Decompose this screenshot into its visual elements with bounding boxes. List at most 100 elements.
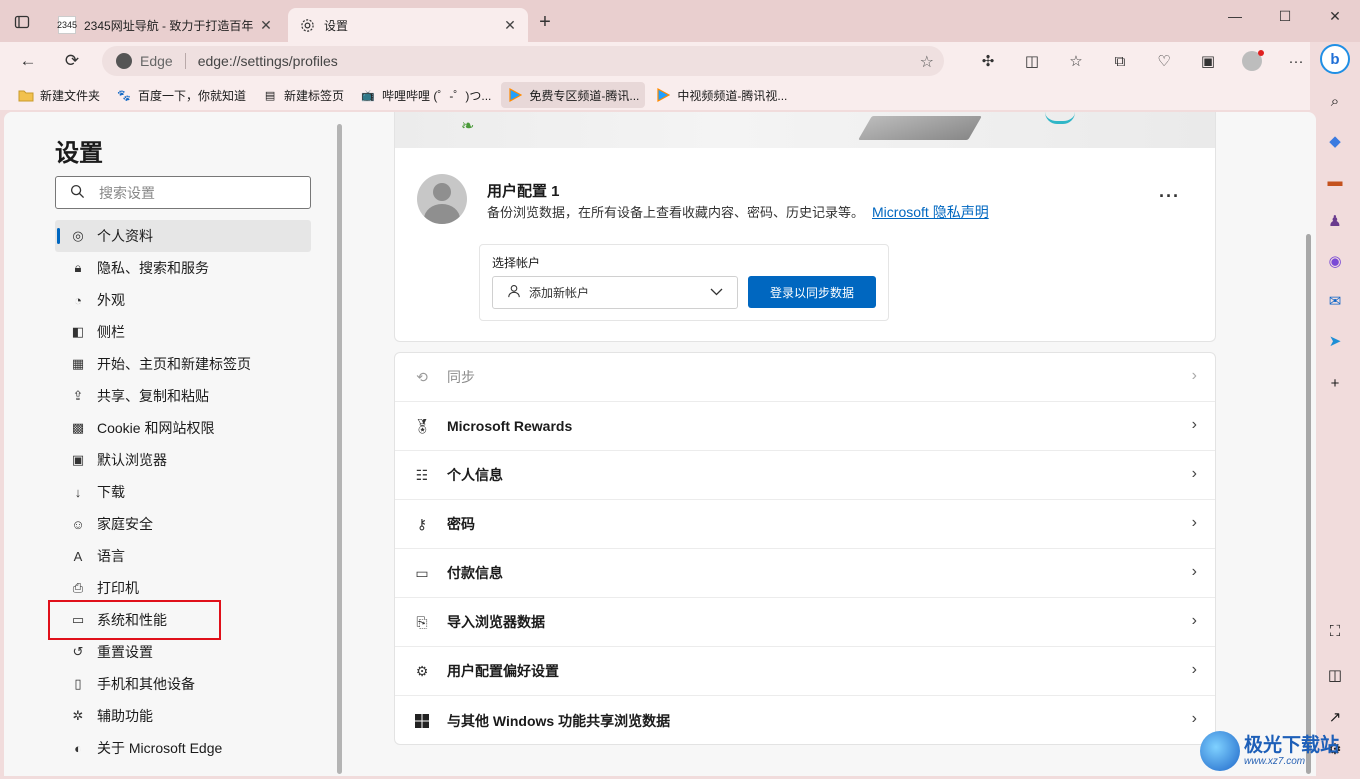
new-tab-button[interactable]: + xyxy=(535,12,555,32)
profile-description: 备份浏览数据，在所有设备上查看收藏内容、密码、历史记录等。 Microsoft 隐… xyxy=(487,202,989,222)
divider xyxy=(184,53,186,69)
bing-copilot-icon[interactable]: b xyxy=(1320,44,1350,74)
nav-item-start-home[interactable]: ▦ 开始、主页和新建标签页 xyxy=(55,348,311,380)
nav-item-label: 共享、复制和粘贴 xyxy=(97,388,209,404)
browser-essentials-icon[interactable]: ♡ xyxy=(1142,50,1186,72)
microsoft365-icon[interactable]: ◉ xyxy=(1324,250,1346,272)
avatar-head xyxy=(433,183,451,201)
bookmark-item[interactable]: 📺 哔哩哔哩 (゜-゜)つ... xyxy=(354,82,497,108)
chevron-right-icon: › xyxy=(1191,710,1197,727)
row-personal-info[interactable]: ☷ 个人信息 › xyxy=(395,451,1215,500)
nav-item-accessibility[interactable]: ✲ 辅助功能 xyxy=(55,700,311,732)
screenshot-icon[interactable]: ⛶ xyxy=(1324,620,1346,642)
nav-item-downloads[interactable]: ↓ 下载 xyxy=(55,476,311,508)
bookmark-item[interactable]: 🐾 百度一下，你就知道 xyxy=(110,82,252,108)
row-passwords[interactable]: ⚷ 密码 › xyxy=(395,500,1215,549)
minimize-button[interactable]: — xyxy=(1210,0,1260,32)
edge-chip[interactable]: Edge xyxy=(116,53,173,69)
favorite-star-icon[interactable]: ☆ xyxy=(920,52,934,72)
bookmark-item[interactable]: 中视频频道-腾讯视... xyxy=(649,82,793,108)
search-input[interactable] xyxy=(99,184,299,201)
profile-name: 用户配置 1 xyxy=(487,183,560,200)
nav-item-privacy[interactable]: 🔒︎ 隐私、搜索和服务 xyxy=(55,252,311,284)
avatar-body xyxy=(424,204,460,224)
nav-item-profiles[interactable]: ◎ 个人资料 xyxy=(55,220,311,252)
nav-item-sidebar[interactable]: ◧ 侧栏 xyxy=(55,316,311,348)
add-icon[interactable]: + xyxy=(1324,372,1346,394)
profile-avatar-icon[interactable] xyxy=(1230,50,1274,72)
row-windows-share[interactable]: 与其他 Windows 功能共享浏览数据 › xyxy=(395,696,1215,745)
nav-item-family[interactable]: ☺ 家庭安全 xyxy=(55,508,311,540)
close-window-button[interactable]: ✕ xyxy=(1310,0,1360,32)
window-controls: — ☐ ✕ xyxy=(1210,0,1360,32)
row-sync[interactable]: ⟲ 同步 › xyxy=(395,353,1215,402)
windows-icon xyxy=(413,712,431,730)
settings-nav: 设置 ◎ 个人资料 🔒︎ 隐私、搜索和服务 ◔ 外观 ◧ 侧栏 xyxy=(4,112,340,776)
web-capture-icon[interactable]: ▣ xyxy=(1186,50,1230,72)
settings-nav-list: ◎ 个人资料 🔒︎ 隐私、搜索和服务 ◔ 外观 ◧ 侧栏 ▦ 开始、主页和新建标… xyxy=(55,220,311,764)
back-arrow-icon[interactable]: ← xyxy=(18,51,38,71)
nav-item-reset[interactable]: ↺ 重置设置 xyxy=(55,636,311,668)
sign-in-sync-button[interactable]: 登录以同步数据 xyxy=(748,276,876,308)
account-dropdown[interactable]: 添加新帐户 xyxy=(492,276,738,309)
row-profile-preferences[interactable]: ⚙ 用户配置偏好设置 › xyxy=(395,647,1215,696)
nav-item-phone[interactable]: ▯ 手机和其他设备 xyxy=(55,668,311,700)
close-icon[interactable]: ✕ xyxy=(258,17,274,34)
row-payment-info[interactable]: ▭ 付款信息 › xyxy=(395,549,1215,598)
outlook-icon[interactable]: ✉ xyxy=(1324,290,1346,312)
title-bar: 2345 2345网址导航 - 致力于打造百年 ✕ 设置 ✕ + — ☐ ✕ xyxy=(0,0,1360,42)
row-microsoft-rewards[interactable]: 🏅︎ Microsoft Rewards › xyxy=(395,402,1215,451)
bookmark-item[interactable]: ▤ 新建标签页 xyxy=(256,82,350,108)
row-label: 个人信息 xyxy=(447,467,503,483)
person-info-icon: ☷ xyxy=(415,466,429,483)
tencent-video-icon xyxy=(507,87,523,103)
bilibili-icon: 📺 xyxy=(361,89,375,102)
nav-item-label: 外观 xyxy=(97,292,125,308)
user-icon xyxy=(507,284,521,301)
refresh-icon[interactable]: ⟳ xyxy=(62,51,82,71)
search-icon[interactable]: ⌕ xyxy=(1324,90,1346,112)
nav-item-appearance[interactable]: ◔ 外观 xyxy=(55,284,311,316)
nav-item-label: 侧栏 xyxy=(97,324,125,340)
collections-icon[interactable]: ⧉ xyxy=(1098,50,1142,72)
split-screen-icon[interactable]: ◫ xyxy=(1010,50,1054,72)
open-external-icon[interactable]: ↗ xyxy=(1324,706,1346,728)
favorites-icon[interactable]: ☆ xyxy=(1054,50,1098,72)
tab-2345[interactable]: 2345 2345网址导航 - 致力于打造百年 ✕ xyxy=(48,8,284,42)
row-label: 用户配置偏好设置 xyxy=(447,663,559,679)
bookmark-label: 哔哩哔哩 (゜-゜)つ... xyxy=(382,88,492,103)
bookmark-item[interactable]: 免费专区频道-腾讯... xyxy=(501,82,646,108)
url-text[interactable]: edge://settings/profiles xyxy=(198,53,338,69)
send-icon[interactable]: ➤ xyxy=(1324,330,1346,352)
browser-toolbar: ← ⟳ Edge edge://settings/profiles ☆ ✣ ◫ … xyxy=(0,42,1310,80)
tab-actions-icon[interactable] xyxy=(12,12,32,32)
close-icon[interactable]: ✕ xyxy=(502,17,518,34)
nav-scrollbar[interactable] xyxy=(337,124,342,774)
extensions-icon[interactable]: ✣ xyxy=(966,50,1010,72)
nav-item-about[interactable]: ◐ 关于 Microsoft Edge xyxy=(55,732,311,764)
tools-icon[interactable]: ▬ xyxy=(1324,170,1346,192)
privacy-statement-link[interactable]: Microsoft 隐私声明 xyxy=(872,204,989,220)
nav-item-share[interactable]: ⇪ 共享、复制和粘贴 xyxy=(55,380,311,412)
maximize-button[interactable]: ☐ xyxy=(1260,0,1310,32)
tab-settings[interactable]: 设置 ✕ xyxy=(288,8,528,42)
toolbar-icons: ✣ ◫ ☆ ⧉ ♡ ▣ ··· xyxy=(966,50,1318,72)
row-import-data[interactable]: ⎘ 导入浏览器数据 › xyxy=(395,598,1215,647)
main-scrollbar[interactable] xyxy=(1306,234,1311,774)
search-box[interactable] xyxy=(55,176,311,209)
edge-chip-label: Edge xyxy=(140,53,173,69)
bookmark-item[interactable]: 新建文件夹 xyxy=(12,82,106,108)
hide-sidebar-icon[interactable]: ◫ xyxy=(1324,664,1346,686)
nav-item-label: 隐私、搜索和服务 xyxy=(97,260,209,276)
games-icon[interactable]: ♟ xyxy=(1324,210,1346,232)
nav-item-default-browser[interactable]: ▣ 默认浏览器 xyxy=(55,444,311,476)
more-options-button[interactable]: ··· xyxy=(1159,186,1180,207)
nav-item-languages[interactable]: A 语言 xyxy=(55,540,311,572)
row-label: 付款信息 xyxy=(447,565,503,581)
row-label: 导入浏览器数据 xyxy=(447,614,545,630)
card-icon: ▭ xyxy=(415,564,429,581)
shopping-tag-icon[interactable]: ◆ xyxy=(1324,130,1346,152)
watermark-logo: 极光下载站 www.xz7.com xyxy=(1200,726,1360,776)
nav-item-cookies[interactable]: ▩ Cookie 和网站权限 xyxy=(55,412,311,444)
address-bar[interactable]: Edge edge://settings/profiles ☆ xyxy=(102,46,944,76)
